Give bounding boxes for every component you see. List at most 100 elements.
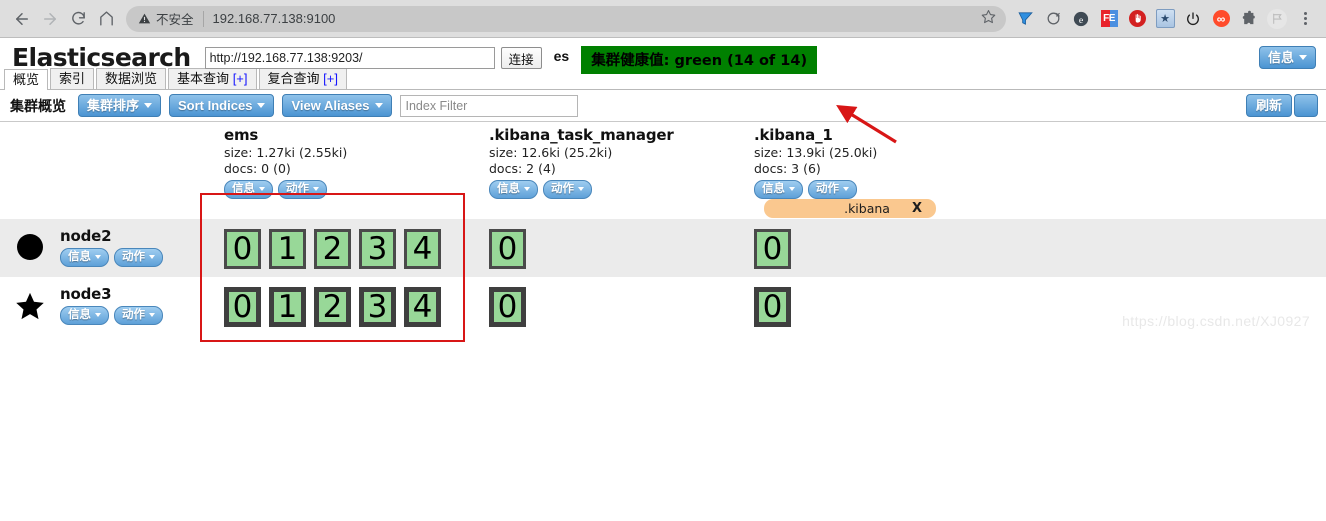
shard-box[interactable]: 2 — [314, 229, 351, 269]
index-info-label: 信息 — [497, 183, 520, 195]
app-header: Elasticsearch 连接 es 集群健康值: green (14 of … — [0, 38, 1326, 74]
shard-box[interactable]: 0 — [489, 287, 526, 327]
index-column-kibana-1: .kibana_1 size: 13.9ki (25.0ki) docs: 3 … — [730, 122, 995, 199]
fe-extension-icon[interactable]: FE — [1096, 6, 1122, 32]
home-button[interactable] — [92, 5, 120, 33]
app-logo: Elasticsearch — [12, 43, 191, 72]
index-actions: 信息 动作 — [754, 180, 995, 199]
chevron-down-icon — [313, 187, 319, 191]
infinity-extension-icon[interactable]: ∞ — [1208, 6, 1234, 32]
shard-box[interactable]: 0 — [224, 229, 261, 269]
shard-box[interactable]: 0 — [754, 229, 791, 269]
host-input[interactable] — [204, 47, 495, 69]
shard-cell-kibana-task-manager: 0 — [465, 219, 730, 269]
chevron-down-icon — [1299, 55, 1307, 60]
watermark: https://blog.csdn.net/XJ0927 — [1122, 313, 1310, 329]
elasticsearch-head-app: Elasticsearch 连接 es 集群健康值: green (14 of … — [0, 38, 1326, 342]
alias-remove-icon[interactable]: X — [912, 201, 922, 216]
yandex-extension-icon[interactable] — [1012, 6, 1038, 32]
shard-box[interactable]: 0 — [489, 229, 526, 269]
cluster-health-badge: 集群健康值: green (14 of 14) — [581, 46, 818, 74]
shard-box[interactable]: 4 — [404, 287, 441, 327]
shard-box[interactable]: 3 — [359, 229, 396, 269]
refresh-button[interactable]: 刷新 — [1245, 94, 1292, 117]
index-info-label: 信息 — [762, 183, 785, 195]
chevron-down-icon — [149, 313, 155, 317]
node-info-button[interactable]: 信息 — [60, 248, 109, 267]
sync-extension-icon[interactable] — [1040, 6, 1066, 32]
index-filter-input[interactable] — [399, 94, 578, 117]
kebab-menu-icon[interactable] — [1292, 6, 1318, 32]
adblock-extension-icon[interactable] — [1124, 6, 1150, 32]
table-row: node2 信息 动作 0 1 2 3 4 0 0 — [0, 219, 1326, 277]
index-docs: docs: 2 (4) — [489, 161, 556, 176]
cluster-name-label: es — [553, 48, 570, 64]
tab-overview[interactable]: 概览 — [4, 69, 49, 90]
tab-basic-query-plus: [+] — [232, 71, 248, 86]
alias-label: .kibana — [844, 201, 890, 216]
back-button[interactable] — [8, 5, 36, 33]
shard-box[interactable]: 1 — [269, 229, 306, 269]
forward-button[interactable] — [36, 5, 64, 33]
shard-box[interactable]: 1 — [269, 287, 306, 327]
index-size: size: 1.27ki (2.55ki) — [224, 145, 348, 160]
reload-button[interactable] — [64, 5, 92, 33]
index-action-label: 动作 — [551, 183, 574, 195]
tab-overview-label: 概览 — [13, 72, 40, 87]
section-title: 集群概览 — [10, 97, 66, 114]
index-info-button[interactable]: 信息 — [224, 180, 273, 199]
node-name: node3 — [60, 285, 112, 303]
index-action-button[interactable]: 动作 — [808, 180, 857, 199]
circle-node-icon — [0, 227, 60, 261]
connect-button[interactable]: 连接 — [500, 47, 542, 69]
address-bar[interactable]: 不安全 192.168.77.138:9100 — [126, 5, 1006, 32]
index-info-button[interactable]: 信息 — [754, 180, 803, 199]
shard-box[interactable]: 2 — [314, 287, 351, 327]
chevron-down-icon — [257, 103, 266, 108]
node-action-button[interactable]: 动作 — [114, 306, 163, 325]
sort-indices-button[interactable]: Sort Indices — [169, 94, 275, 117]
power-extension-icon[interactable] — [1180, 6, 1206, 32]
header-info-button[interactable]: 信息 — [1258, 46, 1316, 69]
alias-row: .kibana X — [0, 199, 1326, 219]
tab-indices-label: 索引 — [59, 71, 86, 86]
alias-chip[interactable]: .kibana X — [764, 199, 936, 218]
cluster-sort-button[interactable]: 集群排序 — [78, 94, 162, 117]
warning-triangle-icon — [138, 13, 151, 24]
index-action-label: 动作 — [286, 183, 309, 195]
tab-basic-query-label: 基本查询 — [177, 71, 230, 86]
index-action-button[interactable]: 动作 — [278, 180, 327, 199]
node-cell: node3 信息 动作 — [0, 277, 200, 325]
node-action-label: 动作 — [122, 309, 145, 321]
url-text: 192.168.77.138:9100 — [212, 11, 336, 26]
node-name: node2 — [60, 227, 112, 245]
view-aliases-button[interactable]: View Aliases — [282, 94, 392, 117]
svg-text:e: e — [1079, 14, 1083, 25]
index-column-ems: ems size: 1.27ki (2.55ki) docs: 0 (0) 信息… — [200, 122, 465, 199]
chevron-down-icon — [578, 187, 584, 191]
refresh-button-group: 刷新 — [1245, 94, 1318, 117]
chevron-down-icon — [374, 103, 383, 108]
puzzle-extension-icon[interactable] — [1236, 6, 1262, 32]
index-actions: 信息 动作 — [224, 180, 465, 199]
node-action-button[interactable]: 动作 — [114, 248, 163, 267]
refresh-dropdown-button[interactable] — [1294, 94, 1318, 117]
chevron-down-icon — [144, 103, 153, 108]
shard-box[interactable]: 0 — [224, 287, 261, 327]
shard-box[interactable]: 0 — [754, 287, 791, 327]
index-action-button[interactable]: 动作 — [543, 180, 592, 199]
security-indicator[interactable]: 不安全 — [138, 9, 194, 28]
bookmark-star-icon[interactable] — [981, 9, 996, 29]
node-info: node3 信息 动作 — [60, 285, 163, 325]
tab-composite-query[interactable]: 复合查询 [+] — [258, 68, 347, 89]
bookmark-extension-icon[interactable]: ★ — [1152, 6, 1178, 32]
node-info-button[interactable]: 信息 — [60, 306, 109, 325]
flag-extension-icon[interactable] — [1264, 6, 1290, 32]
sort-indices-label: Sort Indices — [178, 98, 253, 113]
tab-data-browse-label: 数据浏览 — [105, 71, 158, 86]
edge-extension-icon[interactable]: e — [1068, 6, 1094, 32]
index-action-label: 动作 — [816, 183, 839, 195]
shard-box[interactable]: 4 — [404, 229, 441, 269]
shard-box[interactable]: 3 — [359, 287, 396, 327]
index-info-button[interactable]: 信息 — [489, 180, 538, 199]
